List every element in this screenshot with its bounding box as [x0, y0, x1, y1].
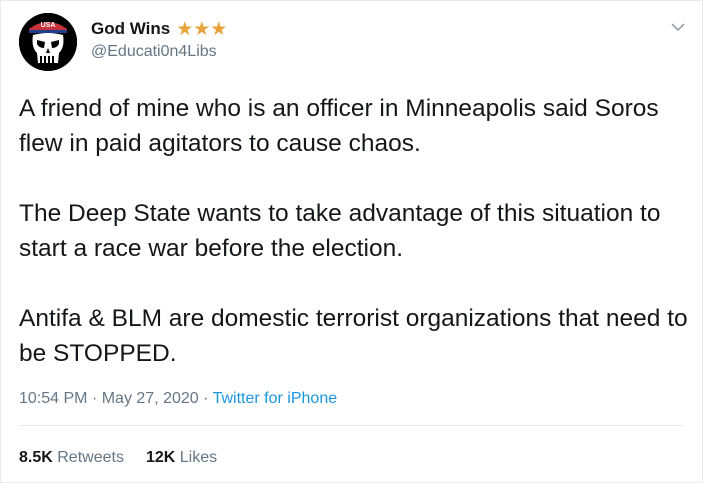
tweet-time[interactable]: 10:54 PM: [19, 390, 87, 407]
likes-count: 12K: [145, 449, 176, 466]
author-name-row: God Wins ★★★: [91, 19, 227, 39]
tweet-text: A friend of mine who is an officer in Mi…: [19, 91, 689, 371]
star-badge-icon: ★★★: [176, 18, 228, 40]
avatar-cap-text: USA: [41, 22, 56, 29]
tweet-source-link[interactable]: Twitter for iPhone: [213, 390, 338, 407]
tweet-date[interactable]: May 27, 2020: [102, 390, 199, 407]
tweet-paragraph: Antifa & BLM are domestic terrorist orga…: [19, 305, 688, 367]
likes-label: Likes: [179, 449, 218, 466]
retweets-count: 8.5K: [19, 449, 53, 466]
punisher-skull-icon: USA: [19, 13, 77, 71]
display-name[interactable]: God Wins: [91, 19, 170, 39]
separator: ·: [91, 390, 98, 407]
retweets-label: Retweets: [57, 449, 124, 466]
retweets-stat[interactable]: 8.5K Retweets: [19, 449, 124, 467]
chevron-down-icon[interactable]: [670, 19, 686, 35]
likes-stat[interactable]: 12K Likes: [146, 449, 217, 467]
avatar[interactable]: USA: [19, 13, 77, 71]
tweet-stats: 8.5K Retweets 12K Likes: [19, 449, 217, 467]
tweet-paragraph: A friend of mine who is an officer in Mi…: [19, 95, 659, 157]
separator: ·: [203, 390, 209, 407]
tweet-metadata: 10:54 PM · May 27, 2020 · Twitter for iP…: [19, 390, 337, 408]
tweet-paragraph: The Deep State wants to take advantage o…: [19, 200, 661, 262]
tweet-card: USA God Wins ★★★ @Educati0n4Libs A frien…: [0, 0, 703, 483]
user-handle[interactable]: @Educati0n4Libs: [91, 43, 217, 61]
divider: [19, 425, 684, 426]
